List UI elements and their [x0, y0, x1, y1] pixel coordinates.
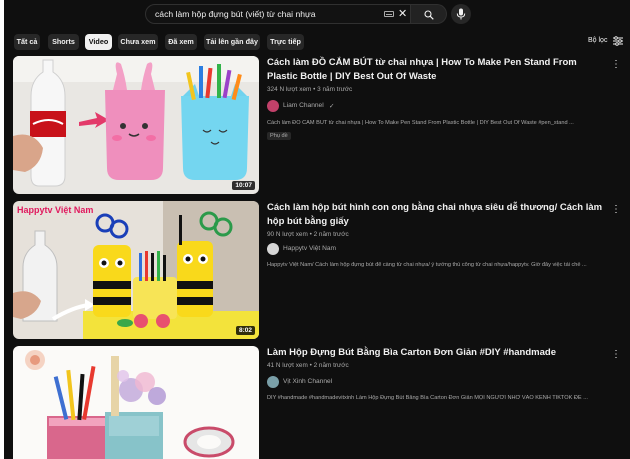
thumbnail-image: [13, 346, 259, 459]
chip-recently-uploaded[interactable]: Tải lên gần đây: [204, 34, 260, 50]
video-duration: 8:02: [235, 326, 255, 335]
search-input[interactable]: cách làm hộp đựng bút (viết) từ chai nhự…: [145, 4, 411, 24]
filter-button[interactable]: Bộ lọc: [588, 37, 607, 44]
subtitle-badge: Phụ đề: [267, 132, 291, 140]
channel-name[interactable]: Liam Channel: [283, 102, 324, 109]
filter-sliders-icon[interactable]: [613, 36, 623, 46]
microphone-icon: [456, 8, 466, 20]
thumbnail-image: [13, 56, 259, 194]
channel-name[interactable]: Vịt Xinh Channel: [283, 378, 332, 385]
verified-icon: ✓: [329, 103, 335, 110]
video-title[interactable]: Cách làm hộp bút hình con ong bằng chai …: [267, 201, 607, 229]
video-result[interactable]: 10:07 Cách làm ĐỒ CẮM BÚT từ chai nhựa |…: [13, 56, 627, 196]
chip-all[interactable]: Tất cả: [14, 34, 40, 50]
thumbnail-image: [13, 201, 259, 339]
avatar[interactable]: [267, 376, 279, 388]
video-description: Cách làm ĐỒ CẮM BÚT từ chai nhựa | How T…: [267, 120, 574, 126]
video-meta: 90 N lượt xem • 2 năm trước: [267, 231, 349, 238]
video-result[interactable]: Làm Hộp Đựng Bút Bằng Bìa Carton Đơn Giả…: [13, 346, 627, 459]
video-description: Happytv Việt Nam/ Cách làm hộp đựng bút …: [267, 262, 587, 268]
search-query[interactable]: cách làm hộp đựng bút (viết) từ chai nhự…: [155, 9, 316, 19]
chip-live[interactable]: Trực tiếp: [267, 34, 304, 50]
close-icon[interactable]: ✕: [398, 8, 407, 20]
video-meta: 324 N lượt xem • 3 năm trước: [267, 86, 353, 93]
search-button[interactable]: [411, 4, 447, 24]
video-title[interactable]: Cách làm ĐỒ CẮM BÚT từ chai nhựa | How T…: [267, 56, 607, 84]
chip-shorts[interactable]: Shorts: [48, 34, 79, 50]
avatar[interactable]: [267, 100, 279, 112]
video-thumbnail[interactable]: [13, 346, 259, 459]
video-duration: 10:07: [232, 181, 255, 190]
chip-unwatched[interactable]: Chưa xem: [118, 34, 158, 50]
video-thumbnail[interactable]: 10:07: [13, 56, 259, 194]
channel-name[interactable]: Happytv Việt Nam: [283, 245, 336, 252]
keyboard-icon[interactable]: [384, 11, 394, 17]
video-meta: 41 N lượt xem • 2 năm trước: [267, 362, 349, 369]
more-vert-icon[interactable]: ⋮: [611, 205, 621, 215]
video-description: DIY #handmade #handmadevitxinh Làm Hộp Đ…: [267, 395, 588, 401]
avatar[interactable]: [267, 243, 279, 255]
video-thumbnail[interactable]: Happytv Việt Nam 8:02: [13, 201, 259, 339]
chip-video[interactable]: Video: [85, 34, 112, 50]
search-icon: [424, 10, 434, 20]
youtube-search-results: cách làm hộp đựng bút (viết) từ chai nhự…: [4, 0, 630, 459]
more-vert-icon[interactable]: ⋮: [611, 350, 621, 360]
microphone-button[interactable]: [451, 4, 471, 24]
chip-watched[interactable]: Đã xem: [165, 34, 197, 50]
more-vert-icon[interactable]: ⋮: [611, 60, 621, 70]
thumbnail-channel-watermark: Happytv Việt Nam: [17, 205, 94, 215]
video-result[interactable]: Happytv Việt Nam 8:02 Cách làm hộp bút h…: [13, 201, 627, 341]
video-title[interactable]: Làm Hộp Đựng Bút Bằng Bìa Carton Đơn Giả…: [267, 346, 607, 360]
